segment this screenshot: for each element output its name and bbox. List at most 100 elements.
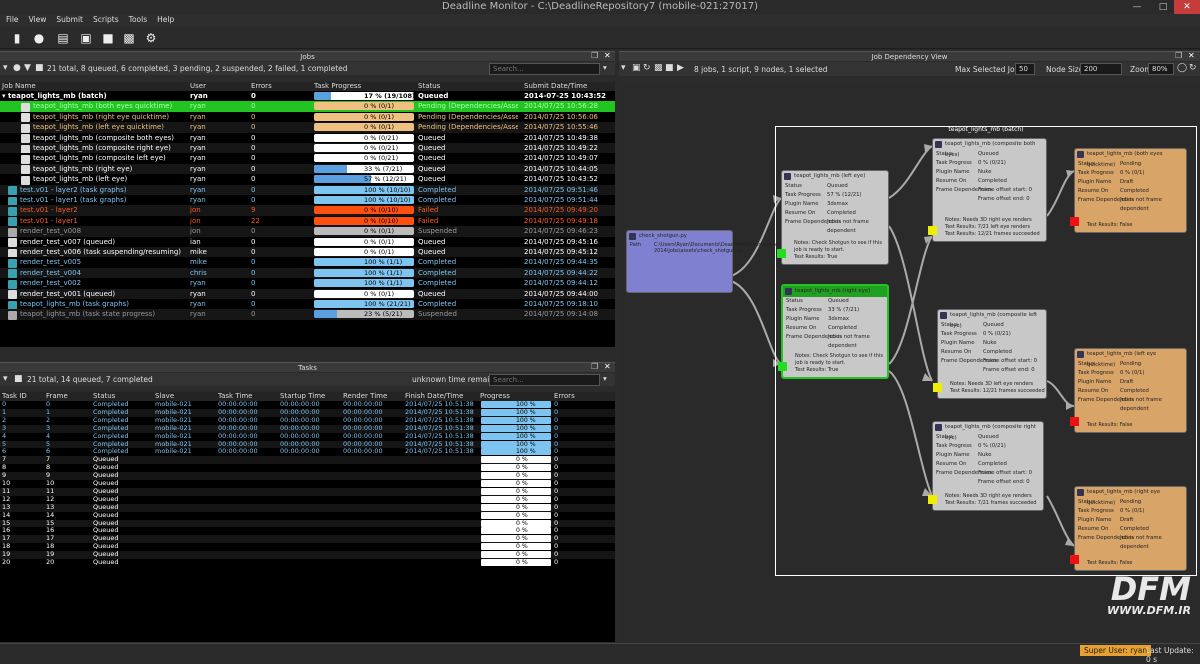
dep-close-icon[interactable]: ✕ [1188,51,1195,60]
menu-tools[interactable]: Tools [129,14,147,26]
task-row[interactable]: 20 20 Queued 0 % 0 [0,558,615,567]
node-tests: Test Results: True [795,367,839,373]
zoom-fit-icon[interactable]: ◯ [1177,63,1187,73]
dep-lock-icon[interactable]: ▣ [632,63,641,73]
pin-icon[interactable]: ■ [35,63,44,73]
menu-bar: File View Submit Scripts Tools Help [0,14,1200,26]
job-row[interactable]: teapot_lights_mb (composite left eye) rya… [0,153,615,164]
dep-layout-icon[interactable]: ▩ [654,63,663,73]
job-row[interactable]: render_test_v006 (task suspending/resumi… [0,247,615,258]
filter-icon[interactable]: ▼ [24,63,31,73]
job-progress-bar: 100 % (1/1) [314,258,414,267]
max-selected-input[interactable]: 50 [1015,63,1035,75]
menu-scripts[interactable]: Scripts [93,14,119,26]
job-row[interactable]: test.v01 - layer2 jon 9 0 % (0/10) Failed 201… [0,205,615,216]
bookmark-icon[interactable]: ■ [100,30,116,46]
sidebar-icon[interactable]: ▮ [9,30,25,46]
job-node-both[interactable]: teapot_lights_mb (composite both eyes) St… [928,138,1047,242]
job-node-qboth[interactable]: teapot_lights_mb (both eyes quicktime) St… [1070,148,1187,233]
maximize-icon[interactable]: □ [1150,0,1176,14]
job-node-right[interactable]: teapot_lights_mb (right eye) Status Queued… [778,284,889,379]
menu-submit[interactable]: Submit [56,14,83,26]
user-filter-icon[interactable]: ● [13,63,21,73]
dep-float-icon[interactable]: ❐ [1175,51,1182,60]
menu-icon[interactable]: ▾ [3,63,8,73]
dep-menu-icon[interactable]: ▾ [621,63,626,73]
dependency-summary: 8 jobs, 1 script, 9 nodes, 1 selected [694,65,828,74]
job-row[interactable]: render_test_v007 (queued) ian 0 0 % (0/1) Qu… [0,236,615,248]
job-row[interactable]: teapot_lights_mb (task graphs) ryan 0 100 %… [0,299,615,310]
minimize-icon[interactable]: — [1124,0,1150,14]
script-path-label: Path [630,242,641,248]
col-status[interactable]: Status [418,82,440,91]
script-node[interactable]: check_shotgun.py Path C:\Users\Ryan\Docu… [626,230,803,293]
node-field-label: Plugin Name [1078,179,1112,185]
monitor-icon[interactable]: ▤ [55,30,71,46]
task-progress-label: 0 % [516,456,528,464]
node-title: teapot_lights_mb (left eye) [782,171,888,182]
job-row[interactable]: test.v01 - layer1 (task graphs) ryan 0 100 … [0,195,615,206]
task-progress-bar: 0 % [481,543,551,551]
col-submit-date[interactable]: Submit Date/Time [524,82,587,91]
options-icon[interactable]: ▩ [121,30,137,46]
job-row[interactable]: teapot_lights_mb (right eye quicktime) ry… [0,111,615,123]
job-row[interactable]: ▾ teapot_lights_mb (batch) ryan 0 17 % (19/1… [0,91,615,102]
job-row[interactable]: render_test_v005 mike 0 100 % (1/1) Complete… [0,257,615,268]
job-row[interactable]: render_test_v001 (queued) ryan 0 0 % (0/1) Q… [0,288,615,300]
job-row[interactable]: test.v01 - layer2 (task graphs) ryan 0 100 … [0,184,615,196]
job-row[interactable]: teapot_lights_mb (both eyes quicktime) ry… [0,101,615,112]
job-row[interactable]: teapot_lights_mb (right eye) ryan 0 33 % (7… [0,163,615,175]
splitter[interactable] [0,347,615,361]
job-node-qright[interactable]: teapot_lights_mb (right eye quicktime) St… [1070,486,1187,571]
job-name: render_test_v007 (queued) [20,237,116,246]
close-icon[interactable]: ✕ [1174,0,1200,14]
tasks-search-input[interactable]: Search... [489,374,600,386]
job-row[interactable]: test.v01 - layer1 jon 22 0 % (0/10) Failed 20… [0,215,615,227]
node-size-input[interactable]: 200 [1080,63,1122,75]
zoom-reset-icon[interactable]: ↻ [1189,63,1197,73]
tasks-pin-icon[interactable]: ■ [14,374,23,384]
panel-close-icon[interactable]: ✕ [604,51,611,60]
job-row[interactable]: teapot_lights_mb (composite both eyes) ry… [0,132,615,144]
col-task-progress[interactable]: Task Progress [314,82,361,91]
col-errors[interactable]: Errors [251,82,272,91]
tasks-float-icon[interactable]: ❐ [591,362,598,371]
tasks-search-dropdown-icon[interactable]: ▾ [603,374,607,383]
tasks-control-bar: ▾ ■ 21 total, 14 queued, 7 completed unk… [0,373,615,386]
node-field-value: Frame offset start: 0 Frame offset end: … [978,470,1033,485]
dependency-graph-canvas[interactable]: teapot_lights_mb (batch) check_shotgun.p… [619,86,1200,642]
job-row[interactable]: teapot_lights_mb (task state progress) ry… [0,309,615,320]
col-progress[interactable]: Progress [480,392,510,401]
col-job-name[interactable]: Job Name [2,82,36,91]
tasks-menu-icon[interactable]: ▾ [3,374,8,384]
zoom-input[interactable]: 80% [1148,63,1174,75]
menu-file[interactable]: File [6,14,19,26]
jobs-search-input[interactable]: Search... [489,63,600,75]
dep-save-icon[interactable]: ■ [665,63,674,73]
job-row[interactable]: teapot_lights_mb (left eye) ryan 0 57 % (12… [0,174,615,185]
job-row[interactable]: teapot_lights_mb (composite right eye) ry… [0,143,615,154]
job-status: Queued [418,248,446,256]
job-node-qleft[interactable]: teapot_lights_mb (left eye quicktime) Sta… [1070,348,1187,433]
menu-help[interactable]: Help [157,14,174,26]
job-node-left[interactable]: teapot_lights_mb (left eye) Status Queued T… [777,170,889,265]
dep-play-icon[interactable]: ▶ [677,63,684,73]
tasks-close-icon[interactable]: ✕ [604,362,611,371]
script-node-title: check_shotgun.py [627,231,732,242]
job-row[interactable]: render_test_v008 jon 0 0 % (0/1) Suspended 20… [0,226,615,237]
gear-icon[interactable]: ⚙ [143,30,159,46]
float-icon[interactable]: ❐ [591,51,598,60]
job-type-icon [21,175,30,185]
lock-icon[interactable]: ▣ [78,30,94,46]
job-node-cleft[interactable]: teapot_lights_mb (composite left eye) Sta… [933,309,1047,399]
user-icon[interactable]: ● [31,30,47,46]
col-user[interactable]: User [190,82,206,91]
job-node-cright[interactable]: teapot_lights_mb (composite right eye) St… [928,421,1044,511]
search-dropdown-icon[interactable]: ▾ [603,63,607,72]
dep-refresh-icon[interactable]: ↻ [643,63,651,73]
job-row[interactable]: render_test_v004 chris 0 100 % (1/1) Complet… [0,267,615,279]
expand-icon[interactable]: ▾ [2,91,6,101]
job-row[interactable]: teapot_lights_mb (left eye quicktime) rya… [0,122,615,133]
menu-view[interactable]: View [29,14,47,26]
job-row[interactable]: render_test_v002 ryan 0 100 % (1/1) Complete… [0,278,615,289]
